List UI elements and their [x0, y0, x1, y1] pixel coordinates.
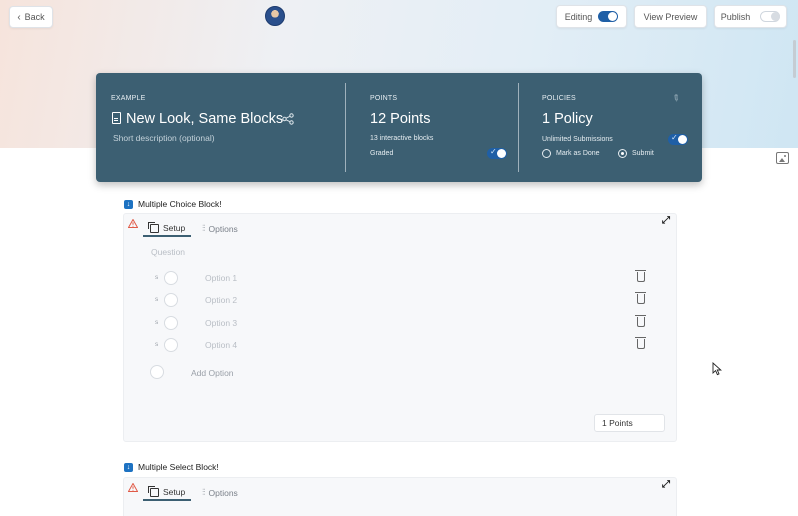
scrollbar-thumb[interactable]: [793, 40, 796, 78]
drag-handle-icon[interactable]: s: [155, 274, 158, 281]
image-icon[interactable]: [776, 152, 789, 164]
warning-icon: [128, 219, 138, 228]
drag-handle-icon[interactable]: s: [155, 296, 158, 303]
tab-setup-label: Setup: [163, 487, 186, 497]
view-preview-label: View Preview: [643, 11, 698, 22]
expand-icon[interactable]: ⤢: [662, 479, 670, 490]
publish-button[interactable]: Publish: [714, 5, 787, 28]
editing-toggle[interactable]: [598, 11, 619, 22]
active-tab-indicator: [143, 235, 191, 237]
chevron-left-icon: ‹: [17, 11, 21, 23]
policy-value: 1 Policy: [542, 111, 593, 127]
sliders-icon: ⫶⫶: [202, 487, 205, 497]
expand-icon[interactable]: ⤢: [662, 215, 670, 226]
trash-icon[interactable]: [635, 337, 646, 349]
question-input[interactable]: Question: [151, 247, 185, 257]
drag-handle-icon[interactable]: s: [155, 341, 158, 348]
warning-icon: [128, 483, 138, 492]
policies-label: POLICIES: [542, 95, 576, 102]
option-row: s Option 1: [0, 270, 798, 285]
top-bar: ‹ Back Editing View Preview Publish: [0, 0, 798, 34]
publish-toggle[interactable]: [760, 11, 781, 22]
mark-as-done-label: Mark as Done: [556, 150, 600, 157]
tab-options-label: Options: [208, 223, 238, 234]
download-icon: ↓: [124, 199, 133, 209]
view-preview-button[interactable]: View Preview: [634, 5, 707, 28]
block-title: ↓ Multiple Select Block!: [124, 462, 219, 472]
option-radio[interactable]: [164, 338, 178, 352]
option-row: s Option 2: [0, 292, 798, 307]
points-value: 12 Points: [370, 111, 431, 127]
option-radio[interactable]: [164, 271, 178, 285]
trash-icon[interactable]: [635, 270, 646, 282]
block-title-text: Multiple Select Block!: [138, 462, 219, 472]
share-icon[interactable]: [282, 113, 294, 125]
option-input[interactable]: Option 1: [205, 273, 237, 283]
card-title-text: New Look, Same Blocks: [126, 111, 284, 127]
tab-setup-label: Setup: [163, 223, 186, 233]
mouse-cursor-icon: [712, 362, 722, 376]
example-label: EXAMPLE: [111, 95, 146, 102]
tab-setup[interactable]: Setup: [148, 485, 186, 497]
back-button[interactable]: ‹ Back: [9, 6, 53, 28]
points-label: POINTS: [370, 95, 398, 102]
publish-label: Publish: [720, 11, 751, 22]
mark-as-done-radio[interactable]: [542, 149, 551, 158]
block-title-text: Multiple Choice Block!: [138, 199, 222, 209]
unlimited-submissions-toggle[interactable]: ✓: [668, 133, 688, 145]
option-row: s Option 4: [0, 337, 798, 352]
trash-icon[interactable]: [635, 315, 646, 327]
avatar[interactable]: [265, 6, 285, 26]
sliders-icon: ⫶⫶: [202, 223, 205, 233]
download-icon: ↓: [124, 462, 133, 472]
section-divider: [518, 83, 519, 172]
option-input[interactable]: Option 2: [205, 295, 237, 305]
option-input[interactable]: Option 3: [205, 318, 237, 328]
editing-label: Editing: [564, 11, 593, 22]
option-row: s Option 3: [0, 315, 798, 330]
description-input[interactable]: Short description (optional): [113, 133, 215, 143]
drag-handle-icon[interactable]: s: [155, 319, 158, 326]
points-subtext: 13 interactive blocks: [370, 135, 434, 142]
add-option-button[interactable]: Add Option: [191, 368, 234, 378]
pin-icon[interactable]: ✎: [669, 92, 682, 105]
setup-icon: [148, 221, 159, 233]
tab-options-label: Options: [208, 487, 238, 498]
summary-card: EXAMPLE New Look, Same Blocks Short desc…: [96, 73, 702, 182]
document-icon: [112, 112, 121, 124]
graded-toggle[interactable]: ✓: [487, 147, 507, 159]
active-tab-indicator: [143, 499, 191, 501]
submit-label: Submit: [632, 150, 654, 157]
unlimited-submissions-label: Unlimited Submissions: [542, 136, 613, 143]
back-label: Back: [24, 12, 45, 22]
tab-options[interactable]: ⫶⫶ Options: [202, 487, 238, 498]
tab-options[interactable]: ⫶⫶ Options: [202, 223, 238, 234]
graded-label: Graded: [370, 150, 394, 157]
card-title[interactable]: New Look, Same Blocks: [112, 111, 283, 127]
section-divider: [345, 83, 346, 172]
add-option-radio: [150, 365, 164, 379]
option-input[interactable]: Option 4: [205, 340, 237, 350]
option-radio[interactable]: [164, 293, 178, 307]
submit-radio[interactable]: [618, 149, 627, 158]
setup-icon: [148, 485, 159, 497]
editing-toggle-button[interactable]: Editing: [556, 5, 627, 28]
tab-setup[interactable]: Setup: [148, 221, 186, 233]
trash-icon[interactable]: [635, 292, 646, 304]
block-title: ↓ Multiple Choice Block!: [124, 199, 222, 209]
option-radio[interactable]: [164, 316, 178, 330]
points-input[interactable]: 1 Points: [594, 414, 665, 432]
